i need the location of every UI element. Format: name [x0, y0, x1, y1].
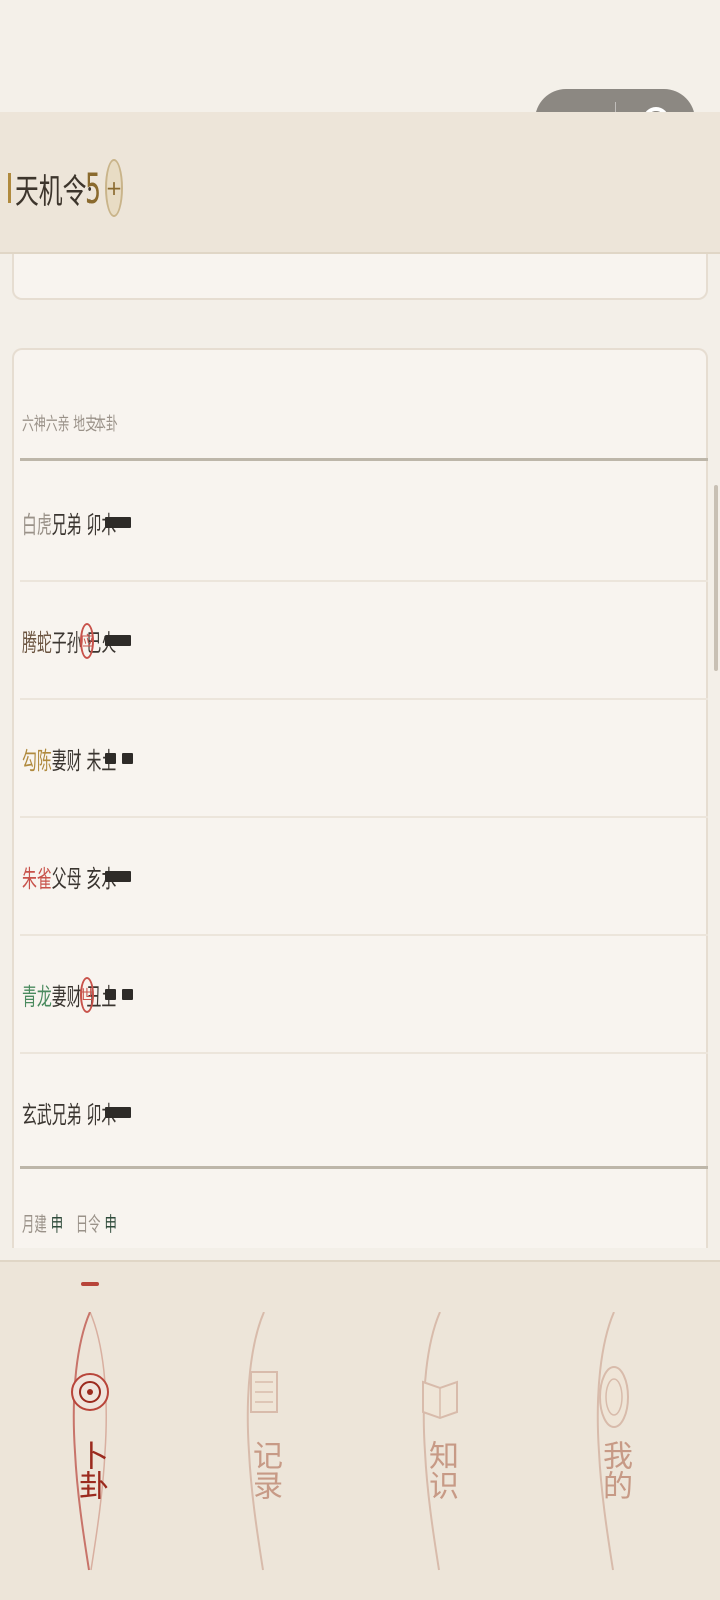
line-relative: 兄弟: [51, 510, 82, 539]
hexagram-line-row: 腾蛇 子孙 巳火应: [20, 582, 708, 700]
tab-divination-label: 卜卦: [74, 1440, 107, 1500]
hexagram-line-row: 白虎 兄弟 卯木: [20, 464, 708, 582]
ying-badge: 应: [80, 623, 94, 659]
yang-line: [105, 635, 131, 646]
yang-line: [105, 517, 131, 528]
day-value: 申: [104, 1212, 117, 1236]
tab-bar: 卜卦 记录 知识 我的: [0, 1260, 720, 1600]
line-spirit: 勾陈: [22, 746, 52, 775]
hexagram-line-row: 青龙 妻财 丑土世: [20, 936, 708, 1054]
hexagram-line-row: 勾陈 妻财 未土: [20, 700, 708, 818]
tab-profile[interactable]: 我的: [568, 1272, 678, 1582]
hexagram-line-row: 朱雀 父母 亥水: [20, 818, 708, 936]
tianji-accent-bar: [8, 173, 11, 203]
header-bengua: 本卦: [94, 414, 118, 435]
tab-profile-label: 我的: [598, 1440, 631, 1500]
yang-line: [105, 871, 131, 882]
month-day-info: 月建 申 日令 申: [22, 1208, 189, 1237]
yin-line: [105, 753, 133, 764]
month-label: 月建: [22, 1212, 47, 1236]
line-label: 白虎 兄弟 卯木: [22, 502, 116, 542]
previous-card: [12, 254, 708, 300]
line-label: 勾陈 妻财 未土: [22, 738, 116, 778]
line-spirit: 青龙: [22, 982, 52, 1011]
table-bottom-rule: [20, 1166, 708, 1169]
page-header: 天机令: 5 +: [0, 112, 720, 254]
line-relative: 子孙: [51, 628, 82, 657]
column-headers: 六神六亲 地支 本卦: [22, 410, 134, 436]
yang-line: [105, 1107, 131, 1118]
line-spirit: 腾蛇: [22, 628, 52, 657]
tab-records[interactable]: 记录: [218, 1272, 328, 1582]
line-label: 玄武 兄弟 卯木: [22, 1092, 116, 1132]
line-relative: 妻财: [51, 746, 82, 775]
table-top-rule: [20, 458, 708, 461]
tianji-count: 5: [85, 163, 102, 213]
add-tianji-button[interactable]: +: [105, 159, 123, 217]
tianji-label: 天机令:: [15, 173, 94, 211]
line-spirit: 白虎: [22, 510, 52, 539]
shi-badge: 世: [80, 977, 94, 1013]
tab-knowledge[interactable]: 知识: [394, 1272, 504, 1582]
month-value: 申: [50, 1212, 64, 1236]
hexagram-card: 六神六亲 地支 本卦 白虎 兄弟 卯木 腾蛇 子孙 巳火应勾陈 妻财 未土 朱雀 父母 亥水 青龙 妻财…: [12, 348, 708, 1248]
yin-line: [105, 989, 133, 1000]
day-label: 日令: [75, 1212, 101, 1236]
scrollbar[interactable]: [714, 485, 718, 671]
header-liushen-liuqin-dizhi: 六神六亲 地支: [22, 414, 98, 435]
tab-knowledge-label: 知识: [424, 1440, 457, 1500]
active-tab-indicator: [81, 1282, 99, 1286]
line-label: 朱雀 父母 亥水: [22, 856, 116, 896]
line-relative: 妻财: [51, 982, 82, 1011]
hexagram-line-row: 玄武 兄弟 卯木: [20, 1054, 708, 1172]
line-spirit: 朱雀: [22, 864, 52, 893]
tab-records-label: 记录: [248, 1440, 281, 1500]
tianji-counter: 天机令: 5 +: [8, 152, 123, 224]
tab-divination[interactable]: 卜卦: [44, 1272, 154, 1582]
line-relative: 兄弟: [51, 1100, 82, 1129]
line-spirit: 玄武: [22, 1100, 52, 1129]
line-relative: 父母: [51, 864, 82, 893]
